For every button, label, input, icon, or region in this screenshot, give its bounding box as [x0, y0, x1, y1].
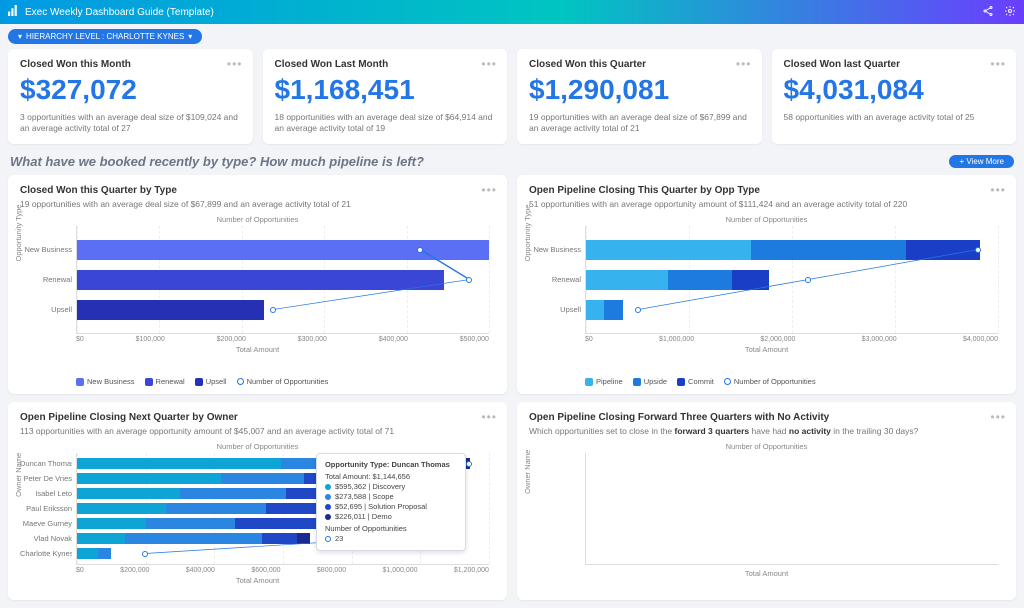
kpi-cards: ••• Closed Won this Month $327,072 3 opp… — [0, 49, 1024, 144]
chart-closed-won-by-type: ••• Closed Won this Quarter by Type 19 o… — [8, 175, 507, 394]
chart-icon — [8, 5, 19, 19]
view-more-button[interactable]: + View More — [949, 155, 1014, 168]
kpi-value: $1,290,081 — [529, 74, 750, 106]
card-menu-icon[interactable]: ••• — [736, 57, 752, 71]
kpi-card: ••• Closed Won last Quarter $4,031,084 5… — [772, 49, 1017, 144]
kpi-title: Closed Won last Quarter — [784, 59, 1005, 70]
legend-item[interactable]: Number of Opportunities — [724, 377, 816, 386]
legend: Pipeline Upside Commit Number of Opportu… — [585, 377, 1004, 386]
kpi-value: $1,168,451 — [275, 74, 496, 106]
card-menu-icon[interactable]: ••• — [481, 410, 497, 424]
share-icon[interactable] — [982, 5, 994, 20]
card-menu-icon[interactable]: ••• — [481, 57, 497, 71]
gear-icon[interactable] — [1004, 5, 1016, 20]
x-ticks: $0$1,000,000$2,000,000$3,000,000$4,000,0… — [585, 336, 998, 343]
kpi-card: ••• Closed Won this Quarter $1,290,081 1… — [517, 49, 762, 144]
legend-item[interactable]: Upside — [633, 377, 667, 386]
plot-area[interactable] — [76, 226, 489, 334]
top-axis-title: Number of Opportunities — [529, 215, 1004, 224]
chart-open-pipeline-next-quarter-by-owner: ••• Open Pipeline Closing Next Quarter b… — [8, 402, 507, 600]
charts-row-1: ••• Closed Won this Quarter by Type 19 o… — [0, 175, 1024, 402]
plot-area[interactable] — [585, 453, 998, 565]
chart-open-pipeline-no-activity: ••• Open Pipeline Closing Forward Three … — [517, 402, 1016, 600]
legend-item[interactable]: Pipeline — [585, 377, 623, 386]
page-title: Exec Weekly Dashboard Guide (Template) — [25, 7, 214, 18]
chart-title: Closed Won this Quarter by Type — [20, 185, 495, 196]
x-ticks: $0$200,000$400,000$600,000$800,000$1,000… — [76, 567, 489, 574]
charts-row-2: ••• Open Pipeline Closing Next Quarter b… — [0, 402, 1024, 608]
chart-subtitle: 19 opportunities with an average deal si… — [20, 199, 495, 209]
x-axis-title: Total Amount — [529, 569, 1004, 578]
kpi-title: Closed Won this Month — [20, 59, 241, 70]
legend-item[interactable]: Commit — [677, 377, 714, 386]
legend-item[interactable]: Number of Opportunities — [237, 377, 329, 386]
card-menu-icon[interactable]: ••• — [990, 57, 1006, 71]
plot: Number of Opportunities Opportunity Type… — [529, 215, 1004, 355]
top-bar: Exec Weekly Dashboard Guide (Template) — [0, 0, 1024, 24]
legend-item[interactable]: Upsell — [195, 377, 227, 386]
kpi-card: ••• Closed Won Last Month $1,168,451 18 … — [263, 49, 508, 144]
kpi-title: Closed Won this Quarter — [529, 59, 750, 70]
kpi-desc: 58 opportunities with an average activit… — [784, 112, 1005, 123]
kpi-desc: 19 opportunities with an average deal si… — [529, 112, 750, 134]
plot-area[interactable]: Opportunity Type: Duncan Thomas Total Am… — [76, 453, 489, 565]
chart-subtitle: Which opportunities set to close in the … — [529, 426, 1004, 436]
filter-row: ▾ HIERARCHY LEVEL : CHARLOTTE KYNES ▾ — [0, 24, 1024, 49]
plot: Number of Opportunities Owner Name Total… — [529, 442, 1004, 592]
chart-title: Open Pipeline Closing Forward Three Quar… — [529, 412, 1004, 423]
chevron-down-icon: ▾ — [188, 32, 192, 41]
legend-item[interactable]: New Business — [76, 377, 135, 386]
x-axis-title: Total Amount — [529, 345, 1004, 354]
plot-area[interactable] — [585, 226, 998, 334]
card-menu-icon[interactable]: ••• — [990, 410, 1006, 424]
x-axis-title: Total Amount — [20, 345, 495, 354]
card-menu-icon[interactable]: ••• — [481, 183, 497, 197]
kpi-value: $327,072 — [20, 74, 241, 106]
chart-subtitle: 51 opportunities with an average opportu… — [529, 199, 1004, 209]
card-menu-icon[interactable]: ••• — [990, 183, 1006, 197]
section-header: What have we booked recently by type? Ho… — [0, 144, 1024, 175]
plot: Number of Opportunities Owner Name Dunca… — [20, 442, 495, 592]
chart-tooltip: Opportunity Type: Duncan Thomas Total Am… — [316, 453, 466, 551]
plot: Number of Opportunities Opportunity Type… — [20, 215, 495, 355]
section-title-text: What have we booked recently by type? Ho… — [10, 154, 424, 169]
top-axis-title: Number of Opportunities — [20, 215, 495, 224]
legend-item[interactable]: Renewal — [145, 377, 185, 386]
hierarchy-filter-pill[interactable]: ▾ HIERARCHY LEVEL : CHARLOTTE KYNES ▾ — [8, 29, 202, 44]
card-menu-icon[interactable]: ••• — [227, 57, 243, 71]
kpi-desc: 3 opportunities with an average deal siz… — [20, 112, 241, 134]
legend: New Business Renewal Upsell Number of Op… — [76, 377, 495, 386]
top-axis-title: Number of Opportunities — [20, 442, 495, 451]
y-axis-title: Owner Name — [523, 449, 532, 493]
top-axis-title: Number of Opportunities — [529, 442, 1004, 451]
kpi-desc: 18 opportunities with an average deal si… — [275, 112, 496, 134]
kpi-title: Closed Won Last Month — [275, 59, 496, 70]
chart-title: Open Pipeline Closing This Quarter by Op… — [529, 185, 1004, 196]
chart-title: Open Pipeline Closing Next Quarter by Ow… — [20, 412, 495, 423]
x-ticks: $0$100,000$200,000$300,000$400,000$500,0… — [76, 336, 489, 343]
chart-open-pipeline-this-quarter: ••• Open Pipeline Closing This Quarter b… — [517, 175, 1016, 394]
kpi-card: ••• Closed Won this Month $327,072 3 opp… — [8, 49, 253, 144]
funnel-icon: ▾ — [18, 32, 22, 41]
kpi-value: $4,031,084 — [784, 74, 1005, 106]
chart-subtitle: 113 opportunities with an average opport… — [20, 426, 495, 436]
x-axis-title: Total Amount — [20, 576, 495, 585]
